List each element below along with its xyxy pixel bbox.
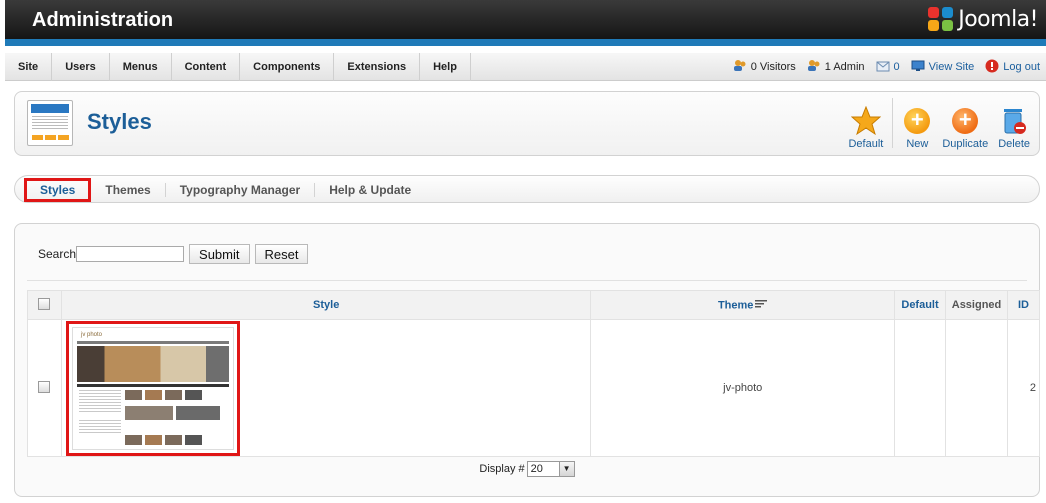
admins-status: 1 Admin	[807, 59, 865, 75]
menu-item-components[interactable]: Components	[240, 53, 335, 81]
divider	[27, 280, 1027, 281]
delete-button[interactable]: Delete	[993, 98, 1035, 150]
chevron-down-icon: ▼	[558, 462, 574, 476]
duplicate-label: Duplicate	[942, 138, 989, 150]
messages-count: 0	[893, 61, 900, 73]
menu-item-menus[interactable]: Menus	[110, 53, 172, 81]
display-count-value: 20	[530, 463, 543, 475]
column-id[interactable]: ID	[1007, 290, 1040, 320]
row-default	[894, 319, 947, 457]
menu-item-help[interactable]: Help	[420, 53, 471, 81]
column-theme[interactable]: Theme	[590, 290, 896, 320]
star-icon	[850, 106, 881, 136]
joomla-logo[interactable]: Joomla!	[926, 5, 1038, 33]
plus-icon: +	[902, 106, 932, 136]
select-all-cell	[27, 290, 62, 320]
menu-item-extensions[interactable]: Extensions	[334, 53, 421, 81]
display-count-select[interactable]: 20 ▼	[526, 461, 575, 477]
search-label: Search	[38, 247, 77, 261]
users-icon	[733, 59, 747, 75]
logout-label: Log out	[1003, 61, 1040, 73]
row-assigned	[945, 319, 1008, 457]
column-theme-label: Theme	[717, 298, 754, 311]
view-site-label: View Site	[928, 61, 975, 73]
logout-icon	[985, 59, 999, 76]
default-label: Default	[848, 138, 884, 150]
joomla-logo-text: Joomla!	[958, 6, 1038, 32]
duplicate-button[interactable]: + Duplicate	[937, 98, 993, 151]
submit-button[interactable]: Submit	[189, 244, 250, 264]
mail-icon	[876, 60, 890, 75]
main-menu-bar: Site Users Menus Content Components Exte…	[5, 53, 1046, 81]
styles-page-icon	[27, 100, 73, 146]
pagination: Display # 20 ▼	[15, 461, 1039, 477]
admins-count: 1 Admin	[824, 61, 865, 73]
sub-nav-tabs: Styles Themes Typography Manager Help & …	[24, 176, 425, 204]
admin-header: Administration Joomla!	[5, 0, 1046, 46]
row-checkbox[interactable]	[38, 380, 51, 393]
page-toolbar: Styles Default + New + Duplicate Delete	[14, 91, 1040, 156]
logout-link[interactable]: Log out	[985, 59, 1040, 76]
default-button[interactable]: Default	[843, 98, 888, 150]
delete-label: Delete	[998, 138, 1030, 150]
admin-title: Administration	[32, 9, 174, 31]
column-default[interactable]: Default	[894, 290, 947, 320]
style-thumbnail[interactable]: jv photo	[66, 321, 240, 456]
toolbar-divider	[892, 98, 894, 148]
column-style[interactable]: Style	[60, 290, 592, 320]
joomla-logo-icon	[926, 5, 956, 33]
messages-status[interactable]: 0	[876, 60, 900, 75]
reset-button[interactable]: Reset	[254, 244, 309, 264]
template-preview-image: jv photo	[72, 327, 234, 450]
styles-list-panel: Search Submit Reset Style Theme Default …	[14, 223, 1040, 497]
menu-item-site[interactable]: Site	[5, 53, 53, 81]
page-title: Styles	[87, 109, 152, 134]
monitor-icon	[911, 60, 925, 74]
tab-help-update[interactable]: Help & Update	[315, 183, 425, 197]
sort-icon	[755, 299, 768, 312]
view-site-link[interactable]: View Site	[911, 60, 975, 74]
toolbar-actions: Default + New + Duplicate Delete	[843, 98, 1035, 150]
status-area: 0 Visitors 1 Admin 0 View Site Log out	[722, 53, 1040, 81]
row-theme: jv-photo	[590, 319, 896, 457]
tab-styles[interactable]: Styles	[24, 178, 92, 202]
search-input[interactable]	[76, 246, 185, 262]
column-assigned: Assigned	[945, 290, 1008, 320]
display-label: Display #	[479, 463, 525, 475]
table-header-row: Style Theme Default Assigned ID	[27, 290, 1040, 320]
tab-themes[interactable]: Themes	[91, 183, 166, 197]
search-bar: Search Submit Reset	[38, 244, 309, 264]
visitors-status: 0 Visitors	[733, 59, 796, 75]
tab-typography-manager[interactable]: Typography Manager	[166, 183, 316, 197]
trash-icon	[999, 106, 1029, 136]
duplicate-plus-icon: +	[950, 106, 980, 136]
row-select-cell	[27, 319, 62, 457]
select-all-checkbox[interactable]	[38, 297, 51, 310]
visitors-count: 0 Visitors	[750, 61, 796, 73]
new-button[interactable]: + New	[897, 98, 937, 150]
main-menu: Site Users Menus Content Components Exte…	[5, 53, 471, 81]
sub-navigation: Styles Themes Typography Manager Help & …	[14, 175, 1040, 203]
admin-users-icon	[807, 59, 821, 75]
row-id: 2	[1007, 319, 1040, 457]
new-label: New	[906, 138, 929, 150]
menu-item-content[interactable]: Content	[172, 53, 241, 81]
menu-item-users[interactable]: Users	[52, 53, 110, 81]
